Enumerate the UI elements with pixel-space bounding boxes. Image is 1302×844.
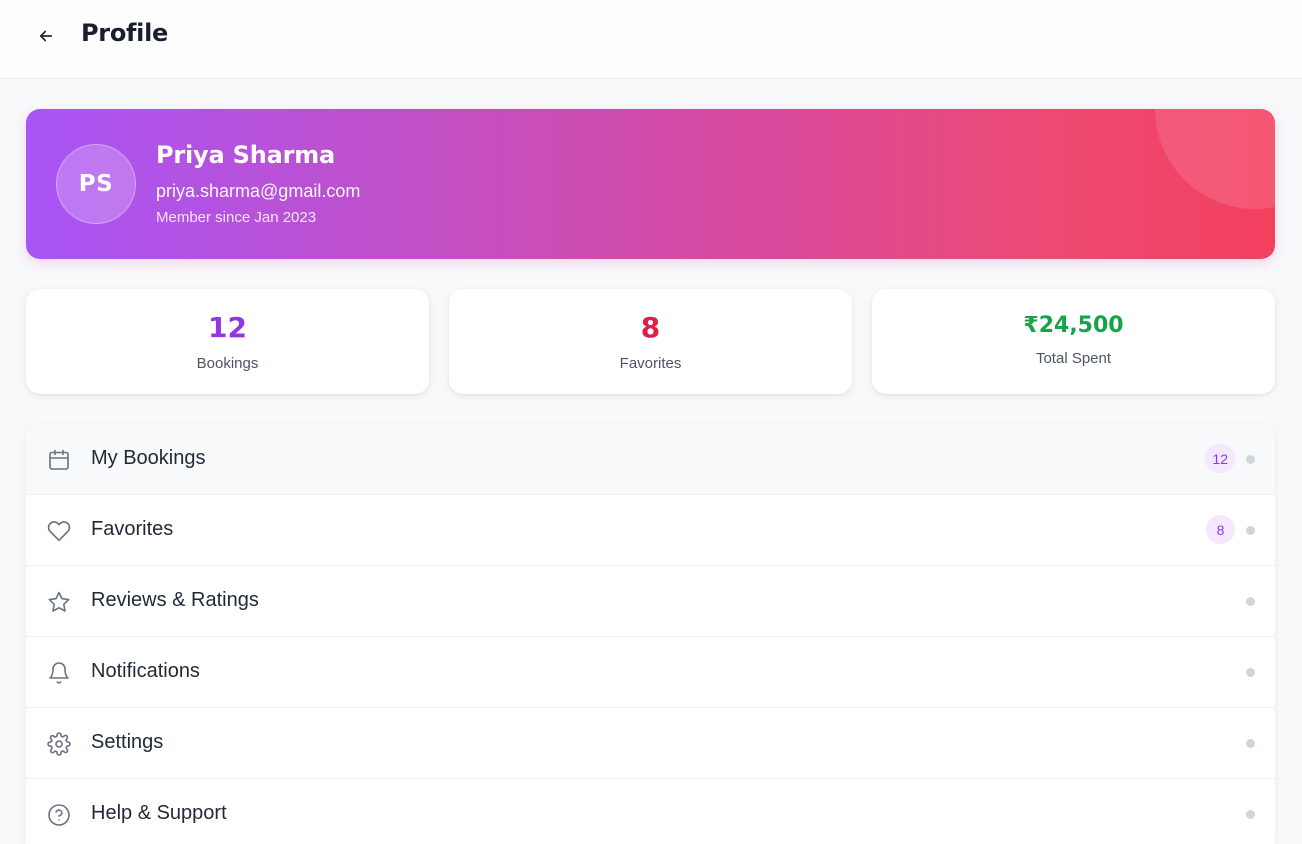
star-icon xyxy=(46,589,71,614)
help-circle-icon xyxy=(46,802,71,827)
profile-card: PS Priya Sharma priya.sharma@gmail.com M… xyxy=(26,109,1275,259)
menu-item-label: Favorites xyxy=(91,518,174,540)
profile-menu: My Bookings 12 Favorites 8 Reviews & Rat… xyxy=(26,424,1275,844)
user-email: priya.sharma@gmail.com xyxy=(156,181,361,201)
user-name: Priya Sharma xyxy=(156,141,336,169)
stat-label: Total Spent xyxy=(1035,350,1112,367)
menu-item-reviews-ratings[interactable]: Reviews & Ratings xyxy=(26,566,1275,637)
stat-card-favorites[interactable]: 8 Favorites xyxy=(449,289,852,394)
stat-card-total-spent[interactable]: ₹24,500 Total Spent xyxy=(872,289,1275,394)
chevron-dot-icon xyxy=(1246,810,1255,819)
menu-item-settings[interactable]: Settings xyxy=(26,708,1275,779)
arrow-left-icon xyxy=(39,30,53,42)
menu-item-label: Notifications xyxy=(91,660,200,682)
page-title: Profile xyxy=(81,19,168,47)
stat-value: 12 xyxy=(208,311,247,344)
stat-value: 8 xyxy=(640,311,661,344)
stat-label: Bookings xyxy=(196,355,259,372)
menu-item-favorites[interactable]: Favorites 8 xyxy=(26,495,1275,566)
chevron-dot-icon xyxy=(1246,455,1255,464)
back-button[interactable] xyxy=(30,20,62,52)
gear-icon xyxy=(46,731,71,756)
stat-value: ₹24,500 xyxy=(1023,313,1124,338)
stat-card-bookings[interactable]: 12 Bookings xyxy=(26,289,429,394)
chevron-dot-icon xyxy=(1246,526,1255,535)
menu-item-label: Reviews & Ratings xyxy=(91,589,259,611)
chevron-dot-icon xyxy=(1246,597,1255,606)
stat-label: Favorites xyxy=(619,355,682,372)
avatar[interactable]: PS xyxy=(56,144,136,224)
menu-item-label: My Bookings xyxy=(91,447,206,469)
member-since: Member since Jan 2023 xyxy=(156,209,317,226)
menu-item-help-support[interactable]: Help & Support xyxy=(26,779,1275,844)
decorative-circle xyxy=(1155,109,1275,209)
chevron-dot-icon xyxy=(1246,739,1255,748)
count-badge: 8 xyxy=(1206,515,1235,544)
menu-item-my-bookings[interactable]: My Bookings 12 xyxy=(26,424,1275,495)
count-badge: 12 xyxy=(1205,444,1235,473)
bell-icon xyxy=(46,660,71,685)
menu-item-label: Settings xyxy=(91,731,164,753)
calendar-icon xyxy=(46,447,71,472)
menu-item-notifications[interactable]: Notifications xyxy=(26,637,1275,708)
menu-item-label: Help & Support xyxy=(91,802,227,824)
app-header: Profile xyxy=(0,0,1302,79)
heart-icon xyxy=(46,518,71,543)
chevron-dot-icon xyxy=(1246,668,1255,677)
